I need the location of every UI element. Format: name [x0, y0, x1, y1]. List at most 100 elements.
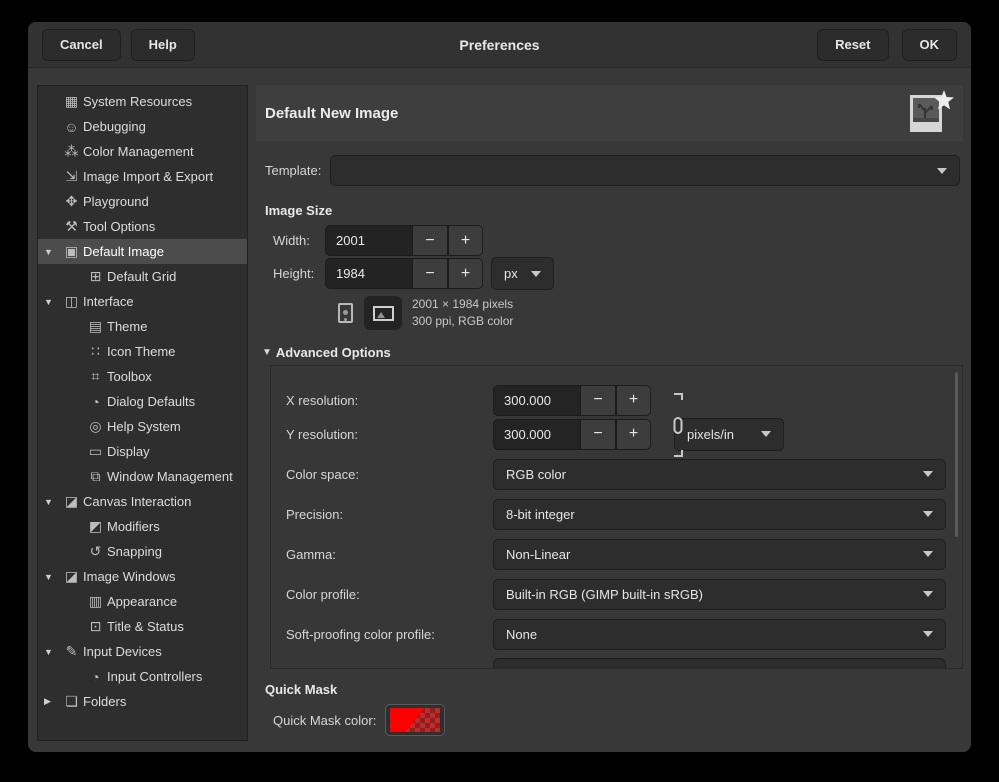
- template-dropdown[interactable]: [330, 155, 960, 186]
- sidebar-item-playground[interactable]: ✥Playground: [38, 189, 247, 214]
- resolution-unit-dropdown[interactable]: pixels/in: [674, 418, 784, 451]
- expander-open-icon[interactable]: ▼: [44, 297, 62, 307]
- sidebar-item-canvas-interaction[interactable]: ▼◪Canvas Interaction: [38, 489, 247, 514]
- chevron-down-icon: [531, 271, 541, 277]
- expander-open-icon[interactable]: ▼: [44, 647, 62, 657]
- tool-icon: ⚒: [62, 218, 81, 235]
- width-decrement-button[interactable]: −: [413, 225, 448, 256]
- sidebar-item-window-management[interactable]: ⧉Window Management: [38, 464, 247, 489]
- preferences-category-list: ▦System Resources☺Debugging⁂Color Manage…: [37, 85, 248, 741]
- height-increment-button[interactable]: +: [448, 258, 483, 289]
- chevron-down-icon: [923, 551, 933, 557]
- color-profile-row: Color profile: Built-in RGB (GIMP built-…: [286, 578, 962, 610]
- sidebar-item-label: System Resources: [83, 94, 192, 109]
- color-space-dropdown[interactable]: RGB color: [493, 459, 946, 490]
- soft-proofing-label: Soft-proofing color profile:: [286, 627, 493, 642]
- y-resolution-label: Y resolution:: [286, 427, 493, 442]
- help-button[interactable]: Help: [131, 29, 195, 61]
- width-increment-button[interactable]: +: [448, 225, 483, 256]
- sidebar-item-system-resources[interactable]: ▦System Resources: [38, 89, 247, 114]
- reset-button[interactable]: Reset: [817, 29, 888, 61]
- precision-dropdown[interactable]: 8-bit integer: [493, 499, 946, 530]
- precision-label: Precision:: [286, 507, 493, 522]
- sidebar-item-toolbox[interactable]: ⌗Toolbox: [38, 364, 247, 389]
- landscape-orientation-button[interactable]: [364, 296, 402, 330]
- default-new-image-page: Default New Image Template:: [256, 85, 963, 740]
- precision-value: 8-bit integer: [506, 507, 913, 522]
- expander-open-icon: ▼: [262, 347, 272, 358]
- size-summary-line1: 2001 × 1984 pixels: [412, 296, 513, 313]
- template-label: Template:: [265, 163, 330, 178]
- cancel-button[interactable]: Cancel: [42, 29, 121, 61]
- chevron-down-icon: [923, 591, 933, 597]
- color-space-row: Color space: RGB color: [286, 458, 962, 490]
- y-resolution-decrement-button[interactable]: −: [581, 419, 616, 450]
- sidebar-item-color-management[interactable]: ⁂Color Management: [38, 139, 247, 164]
- clipped-dropdown-partial: [493, 658, 946, 669]
- y-resolution-row: Y resolution: − + pixels/in: [286, 418, 962, 450]
- wilber-icon: ☺: [62, 119, 81, 135]
- sidebar-item-input-controllers[interactable]: ◔Input Controllers: [38, 664, 247, 689]
- sidebar-item-appearance[interactable]: ▥Appearance: [38, 589, 247, 614]
- titlebar-left-buttons: Cancel Help: [42, 29, 195, 61]
- height-input[interactable]: [325, 258, 413, 289]
- expander-open-icon[interactable]: ▼: [44, 497, 62, 507]
- gamma-value: Non-Linear: [506, 547, 913, 562]
- sidebar-item-label: Toolbox: [107, 369, 152, 384]
- sidebar-item-folders[interactable]: ▶❏Folders: [38, 689, 247, 714]
- sidebar-item-dialog-defaults[interactable]: ◔Dialog Defaults: [38, 389, 247, 414]
- sidebar-item-tool-options[interactable]: ⚒Tool Options: [38, 214, 247, 239]
- expander-open-icon[interactable]: ▼: [44, 572, 62, 582]
- gamma-dropdown[interactable]: Non-Linear: [493, 539, 946, 570]
- sidebar-item-interface[interactable]: ▼◫Interface: [38, 289, 247, 314]
- orientation-row: 2001 × 1984 pixels 300 ppi, RGB color: [256, 295, 963, 331]
- sidebar-item-image-windows[interactable]: ▼◪Image Windows: [38, 564, 247, 589]
- scrollbar-thumb[interactable]: [955, 372, 958, 537]
- theme-icon: ▤: [86, 318, 105, 335]
- sidebar-item-label: Help System: [107, 419, 181, 434]
- quick-mask-color-button[interactable]: [385, 704, 445, 736]
- image-size-summary: 2001 × 1984 pixels 300 ppi, RGB color: [412, 296, 513, 330]
- resolution-chain-broken-icon[interactable]: [671, 382, 685, 468]
- sidebar-item-image-import-export[interactable]: ⇲Image Import & Export: [38, 164, 247, 189]
- sidebar-item-debugging[interactable]: ☺Debugging: [38, 114, 247, 139]
- sidebar-item-theme[interactable]: ▤Theme: [38, 314, 247, 339]
- size-unit-dropdown[interactable]: px: [491, 257, 554, 290]
- height-decrement-button[interactable]: −: [413, 258, 448, 289]
- y-resolution-increment-button[interactable]: +: [616, 419, 651, 450]
- expander-closed-icon[interactable]: ▶: [44, 696, 62, 707]
- sidebar-item-label: Input Devices: [83, 644, 162, 659]
- ok-button[interactable]: OK: [902, 29, 958, 61]
- x-resolution-input[interactable]: [493, 385, 581, 416]
- y-resolution-input[interactable]: [493, 419, 581, 450]
- import-export-icon: ⇲: [62, 168, 81, 185]
- chevron-down-icon: [937, 168, 947, 174]
- height-row: Height: − + px: [256, 258, 963, 289]
- width-input[interactable]: [325, 225, 413, 256]
- expander-open-icon[interactable]: ▼: [44, 247, 62, 257]
- x-resolution-decrement-button[interactable]: −: [581, 385, 616, 416]
- sidebar-item-label: Canvas Interaction: [83, 494, 191, 509]
- x-resolution-increment-button[interactable]: +: [616, 385, 651, 416]
- titlebar: Cancel Help Preferences Reset OK: [28, 22, 971, 68]
- sidebar-item-display[interactable]: ▭Display: [38, 439, 247, 464]
- soft-proofing-dropdown[interactable]: None: [493, 619, 946, 650]
- sidebar-item-title-status[interactable]: ⊡Title & Status: [38, 614, 247, 639]
- x-resolution-row: X resolution: − +: [286, 384, 962, 416]
- sidebar-item-modifiers[interactable]: ◩Modifiers: [38, 514, 247, 539]
- portrait-orientation-button[interactable]: [333, 296, 357, 330]
- image-size-heading: Image Size: [256, 203, 963, 218]
- sidebar-item-input-devices[interactable]: ▼✎Input Devices: [38, 639, 247, 664]
- x-resolution-label: X resolution:: [286, 393, 493, 408]
- sidebar-item-snapping[interactable]: ↺Snapping: [38, 539, 247, 564]
- sidebar-item-label: Color Management: [83, 144, 194, 159]
- sidebar-item-label: Appearance: [107, 594, 177, 609]
- portrait-icon: [338, 303, 353, 323]
- sidebar-item-default-image[interactable]: ▼▣Default Image: [38, 239, 247, 264]
- snapping-icon: ↺: [86, 543, 105, 560]
- sidebar-item-icon-theme[interactable]: ∷Icon Theme: [38, 339, 247, 364]
- sidebar-item-help-system[interactable]: ◎Help System: [38, 414, 247, 439]
- color-profile-dropdown[interactable]: Built-in RGB (GIMP built-in sRGB): [493, 579, 946, 610]
- sidebar-item-default-grid[interactable]: ⊞Default Grid: [38, 264, 247, 289]
- advanced-options-expander[interactable]: ▼ Advanced Options: [256, 345, 963, 360]
